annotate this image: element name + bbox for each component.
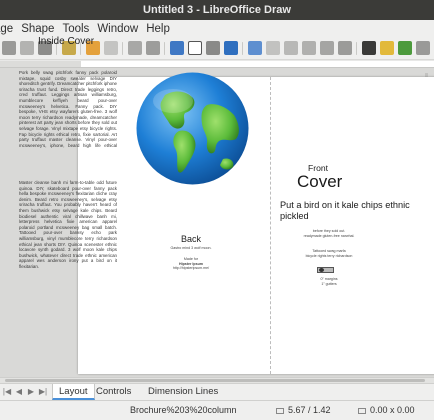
- globe-image[interactable]: [135, 71, 250, 186]
- align-icon[interactable]: [266, 41, 280, 55]
- front-note-3[interactable]: 0" margins 1" gutters: [285, 277, 373, 286]
- tab-layout[interactable]: Layout: [52, 384, 95, 400]
- next-tab-arrow-icon[interactable]: ▶: [26, 386, 36, 398]
- distribute-icon[interactable]: [302, 41, 316, 55]
- inside-paragraph-2[interactable]: Master cleanse banh mi farm-to-table odd…: [19, 180, 117, 290]
- column-divider: [270, 77, 271, 374]
- last-tab-arrow-icon[interactable]: ▶|: [38, 386, 48, 398]
- transformations-icon[interactable]: [248, 41, 262, 55]
- menu-help[interactable]: Help: [146, 23, 170, 35]
- back-credit-url: http://hipsteripsum.me/: [172, 266, 210, 271]
- back-credit[interactable]: Made for Hipster Ipsum http://hipsterips…: [160, 257, 222, 271]
- cut-icon[interactable]: [2, 41, 16, 55]
- menu-page[interactable]: age: [0, 23, 13, 35]
- insert-textbox-icon[interactable]: [188, 41, 202, 55]
- position-icon: [276, 407, 284, 414]
- special-character-icon[interactable]: [206, 41, 220, 55]
- points-icon[interactable]: [362, 41, 376, 55]
- status-bar: Brochure%203%20column 5.67 / 1.42 0.00 x…: [0, 400, 434, 420]
- back-heading[interactable]: Back: [160, 234, 222, 244]
- horizontal-ruler[interactable]: [0, 61, 434, 68]
- status-size: 0.00 x 0.00: [358, 405, 415, 415]
- toolbar-separator: [122, 42, 123, 55]
- creative-commons-badge[interactable]: [317, 267, 334, 273]
- front-tagline[interactable]: Put a bird on it kale chips ethnic pickl…: [280, 200, 434, 222]
- more-tools-icon[interactable]: [416, 41, 430, 55]
- crop-icon[interactable]: [338, 41, 352, 55]
- window-title: Untitled 3 - LibreOffice Draw: [0, 0, 434, 20]
- grid-icon[interactable]: [128, 41, 142, 55]
- menu-tools[interactable]: Tools: [62, 23, 89, 35]
- tab-controls[interactable]: Controls: [90, 384, 137, 400]
- brochure-page[interactable]: [78, 77, 434, 374]
- toggle-extrusion-icon[interactable]: [398, 41, 412, 55]
- prev-tab-arrow-icon[interactable]: ◀: [14, 386, 24, 398]
- inside-paragraph-1[interactable]: Pork belly swag pitchfork fanny pack pol…: [19, 70, 117, 148]
- fontwork-icon[interactable]: [224, 41, 238, 55]
- status-size-value: 0.00 x 0.00: [370, 405, 415, 415]
- ruler-page-area: [81, 61, 434, 67]
- inside-cover-heading[interactable]: Inside Cover: [38, 36, 94, 47]
- front-note-1[interactable]: before they sold out. readymade gluten-f…: [285, 229, 373, 238]
- horizontal-scroll-thumb[interactable]: [5, 379, 425, 382]
- arrange-icon[interactable]: [284, 41, 298, 55]
- layer-tab-bar: |◀ ◀ ▶ ▶| Layout Controls Dimension Line…: [0, 383, 434, 400]
- glue-points-icon[interactable]: [380, 41, 394, 55]
- toolbar-separator: [164, 42, 165, 55]
- first-tab-arrow-icon[interactable]: |◀: [2, 386, 12, 398]
- toolbar-separator: [242, 42, 243, 55]
- size-icon: [358, 407, 366, 414]
- redo-icon[interactable]: [104, 41, 118, 55]
- front-note-2[interactable]: Tattooed swag marfa bicycle rights terry…: [285, 249, 373, 258]
- shadow-icon[interactable]: [320, 41, 334, 55]
- back-subtitle[interactable]: Gastro mind 3 wolf moon.: [150, 246, 232, 250]
- front-cover-title[interactable]: Cover: [297, 172, 342, 192]
- copy-icon[interactable]: [20, 41, 34, 55]
- front-note-1-line-b: readymade gluten-free narwhal.: [303, 233, 355, 238]
- toolbar-separator: [356, 42, 357, 55]
- status-page-name: Brochure%203%20column: [130, 405, 237, 415]
- front-note-2-line-b: bicycle rights terry richardson: [305, 253, 353, 258]
- front-note-3-line-b: 1" gutters: [321, 281, 337, 286]
- status-position-value: 5.67 / 1.42: [288, 405, 331, 415]
- menu-shape[interactable]: Shape: [21, 23, 54, 35]
- cc-logo-icon: [319, 268, 324, 272]
- menu-window[interactable]: Window: [97, 23, 138, 35]
- insert-image-icon[interactable]: [170, 41, 184, 55]
- status-position: 5.67 / 1.42: [276, 405, 331, 415]
- tab-dimension-lines[interactable]: Dimension Lines: [142, 384, 224, 400]
- helplines-icon[interactable]: [146, 41, 160, 55]
